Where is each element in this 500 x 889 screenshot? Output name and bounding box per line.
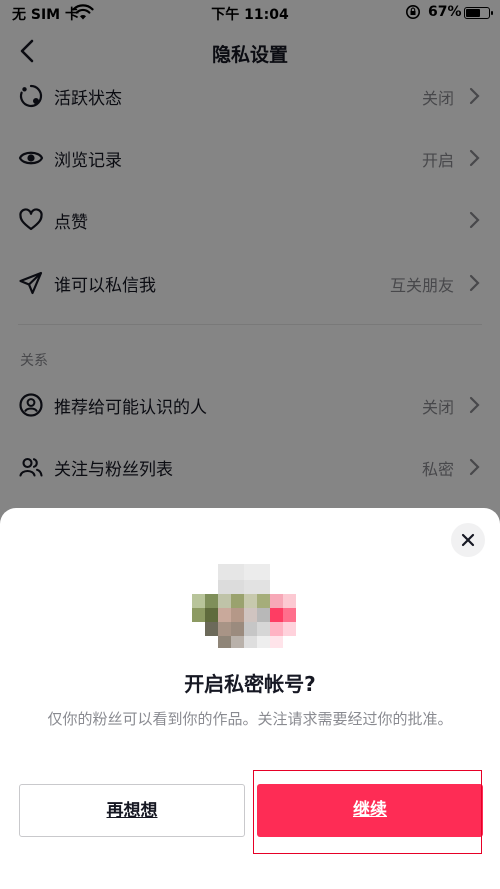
dialog-title: 开启私密帐号? <box>184 672 316 696</box>
dialog-description: 仅你的粉丝可以看到你的作品。关注请求需要经过你的批准。 <box>47 710 453 728</box>
watermark-text: Baidu 经验 <box>380 836 464 854</box>
privacy-settings-screen: 无 SIM 卡 下午 11:04 67% 隐私设置 活跃状态 关闭 浏览记录 开… <box>0 0 500 889</box>
lock-illustration <box>192 548 312 648</box>
close-button[interactable] <box>451 523 485 557</box>
private-account-dialog: 开启私密帐号? 仅你的粉丝可以看到你的作品。关注请求需要经过你的批准。 再想想 … <box>0 508 500 889</box>
think-again-button[interactable]: 再想想 <box>19 784 245 837</box>
baidu-watermark: Baidu 经验 jingyan.baidu.com <box>380 834 496 884</box>
close-icon <box>461 533 475 547</box>
watermark-url: jingyan.baidu.com <box>386 864 470 874</box>
